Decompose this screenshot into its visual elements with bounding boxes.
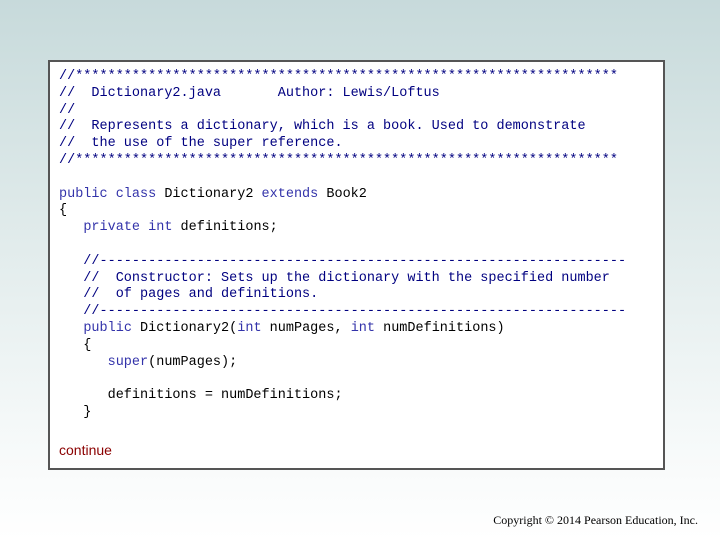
code-line: public Dictionary2(int numPages, int num…: [83, 320, 505, 336]
code-line: //**************************************…: [59, 69, 618, 84]
code-line: super(numPages);: [107, 354, 238, 370]
code-line: //--------------------------------------…: [59, 304, 627, 320]
code-line: }: [59, 404, 92, 420]
continue-label: continue: [59, 442, 112, 458]
code-line: {: [59, 337, 92, 353]
code-line: // of pages and definitions.: [59, 287, 319, 303]
code-line: //--------------------------------------…: [59, 253, 627, 269]
code-listing: //**************************************…: [59, 69, 626, 422]
code-line: private int definitions;: [83, 220, 278, 236]
code-line: // the use of the super reference.: [59, 136, 343, 152]
code-line: // Constructor: Sets up the dictionary w…: [59, 270, 610, 286]
code-line: //**************************************…: [59, 152, 618, 168]
code-line: // Dictionary2.java Author: Lewis/Loftus: [59, 85, 440, 101]
code-line: //: [59, 102, 76, 118]
code-line: // Represents a dictionary, which is a b…: [59, 119, 586, 135]
code-listing-box: //**************************************…: [48, 60, 665, 470]
copyright-notice: Copyright © 2014 Pearson Education, Inc.: [493, 513, 698, 527]
code-line: public class Dictionary2 extends Book2: [59, 186, 367, 202]
code-line: definitions = numDefinitions;: [59, 388, 343, 404]
code-line: {: [59, 203, 68, 219]
